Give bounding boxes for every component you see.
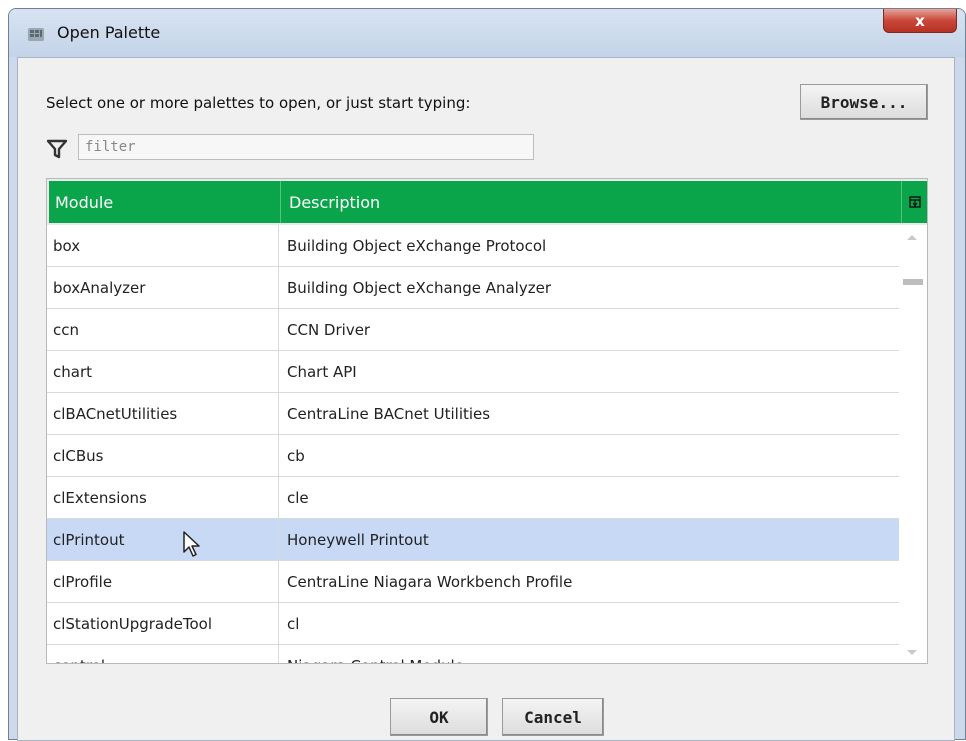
window-title: Open Palette [57, 23, 161, 42]
description-cell: Chart API [287, 362, 357, 381]
filter-input[interactable] [78, 134, 534, 160]
close-button[interactable]: x [883, 9, 957, 33]
module-cell: box [47, 225, 279, 266]
description-cell: CentraLine Niagara Workbench Profile [287, 572, 573, 591]
description-cell: cle [287, 488, 309, 507]
cancel-button[interactable]: Cancel [502, 698, 604, 736]
description-cell: CentraLine BACnet Utilities [287, 404, 491, 423]
open-palette-dialog: Open Palette x Select one or more palett… [8, 8, 966, 741]
module-cell: clPrintout [47, 519, 279, 560]
table-row[interactable]: clExtensions cle [47, 477, 899, 519]
dialog-body: Select one or more palettes to open, or … [17, 57, 955, 741]
column-header-description[interactable]: Description [281, 181, 901, 223]
table-row[interactable]: control Niagara Control Module [47, 645, 899, 664]
close-icon: x [915, 11, 925, 30]
scroll-up-arrow-icon[interactable] [907, 235, 917, 240]
module-cell: boxAnalyzer [47, 267, 279, 308]
palette-icon [28, 28, 44, 41]
description-cell: Honeywell Printout [287, 530, 429, 549]
table-row[interactable]: clBACnetUtilities CentraLine BACnet Util… [47, 393, 899, 435]
table-body: box Building Object eXchange Protocol bo… [47, 225, 899, 664]
table-row[interactable]: clProfile CentraLine Niagara Workbench P… [47, 561, 899, 603]
table-row[interactable]: chart Chart API [47, 351, 899, 393]
description-cell: cl [287, 614, 300, 633]
module-cell: control [47, 645, 279, 663]
scroll-thumb[interactable] [903, 279, 923, 285]
table-row[interactable]: clStationUpgradeTool cl [47, 603, 899, 645]
description-cell: Building Object eXchange Protocol [287, 236, 547, 255]
table-header: Module Description [47, 179, 927, 225]
module-cell: clProfile [47, 561, 279, 602]
module-cell: chart [47, 351, 279, 392]
title-bar[interactable]: Open Palette x [9, 9, 965, 57]
instruction-text: Select one or more palettes to open, or … [46, 94, 471, 112]
module-cell: clExtensions [47, 477, 279, 518]
mouse-pointer-icon [183, 531, 200, 557]
scroll-down-arrow-icon[interactable] [907, 650, 917, 655]
module-cell: clStationUpgradeTool [47, 603, 279, 644]
vertical-scrollbar[interactable] [899, 225, 927, 663]
filter-icon [46, 139, 68, 159]
table-row-selected[interactable]: clPrintout Honeywell Printout [47, 519, 899, 561]
column-chooser-icon [908, 196, 921, 208]
column-header-module[interactable]: Module [49, 181, 281, 223]
table-row[interactable]: boxAnalyzer Building Object eXchange Ana… [47, 267, 899, 309]
palette-table: Module Description box Building Object e… [46, 178, 928, 664]
column-chooser-button[interactable] [901, 181, 927, 223]
ok-button[interactable]: OK [390, 698, 488, 736]
module-cell: ccn [47, 309, 279, 350]
description-cell: cb [287, 446, 305, 465]
description-cell: Building Object eXchange Analyzer [287, 278, 551, 297]
browse-button[interactable]: Browse... [800, 84, 928, 120]
description-cell: Niagara Control Module [279, 645, 899, 664]
module-cell: clBACnetUtilities [47, 393, 279, 434]
module-cell: clCBus [47, 435, 279, 476]
table-row[interactable]: clCBus cb [47, 435, 899, 477]
table-row[interactable]: ccn CCN Driver [47, 309, 899, 351]
table-row[interactable]: box Building Object eXchange Protocol [47, 225, 899, 267]
description-cell: CCN Driver [287, 320, 371, 339]
